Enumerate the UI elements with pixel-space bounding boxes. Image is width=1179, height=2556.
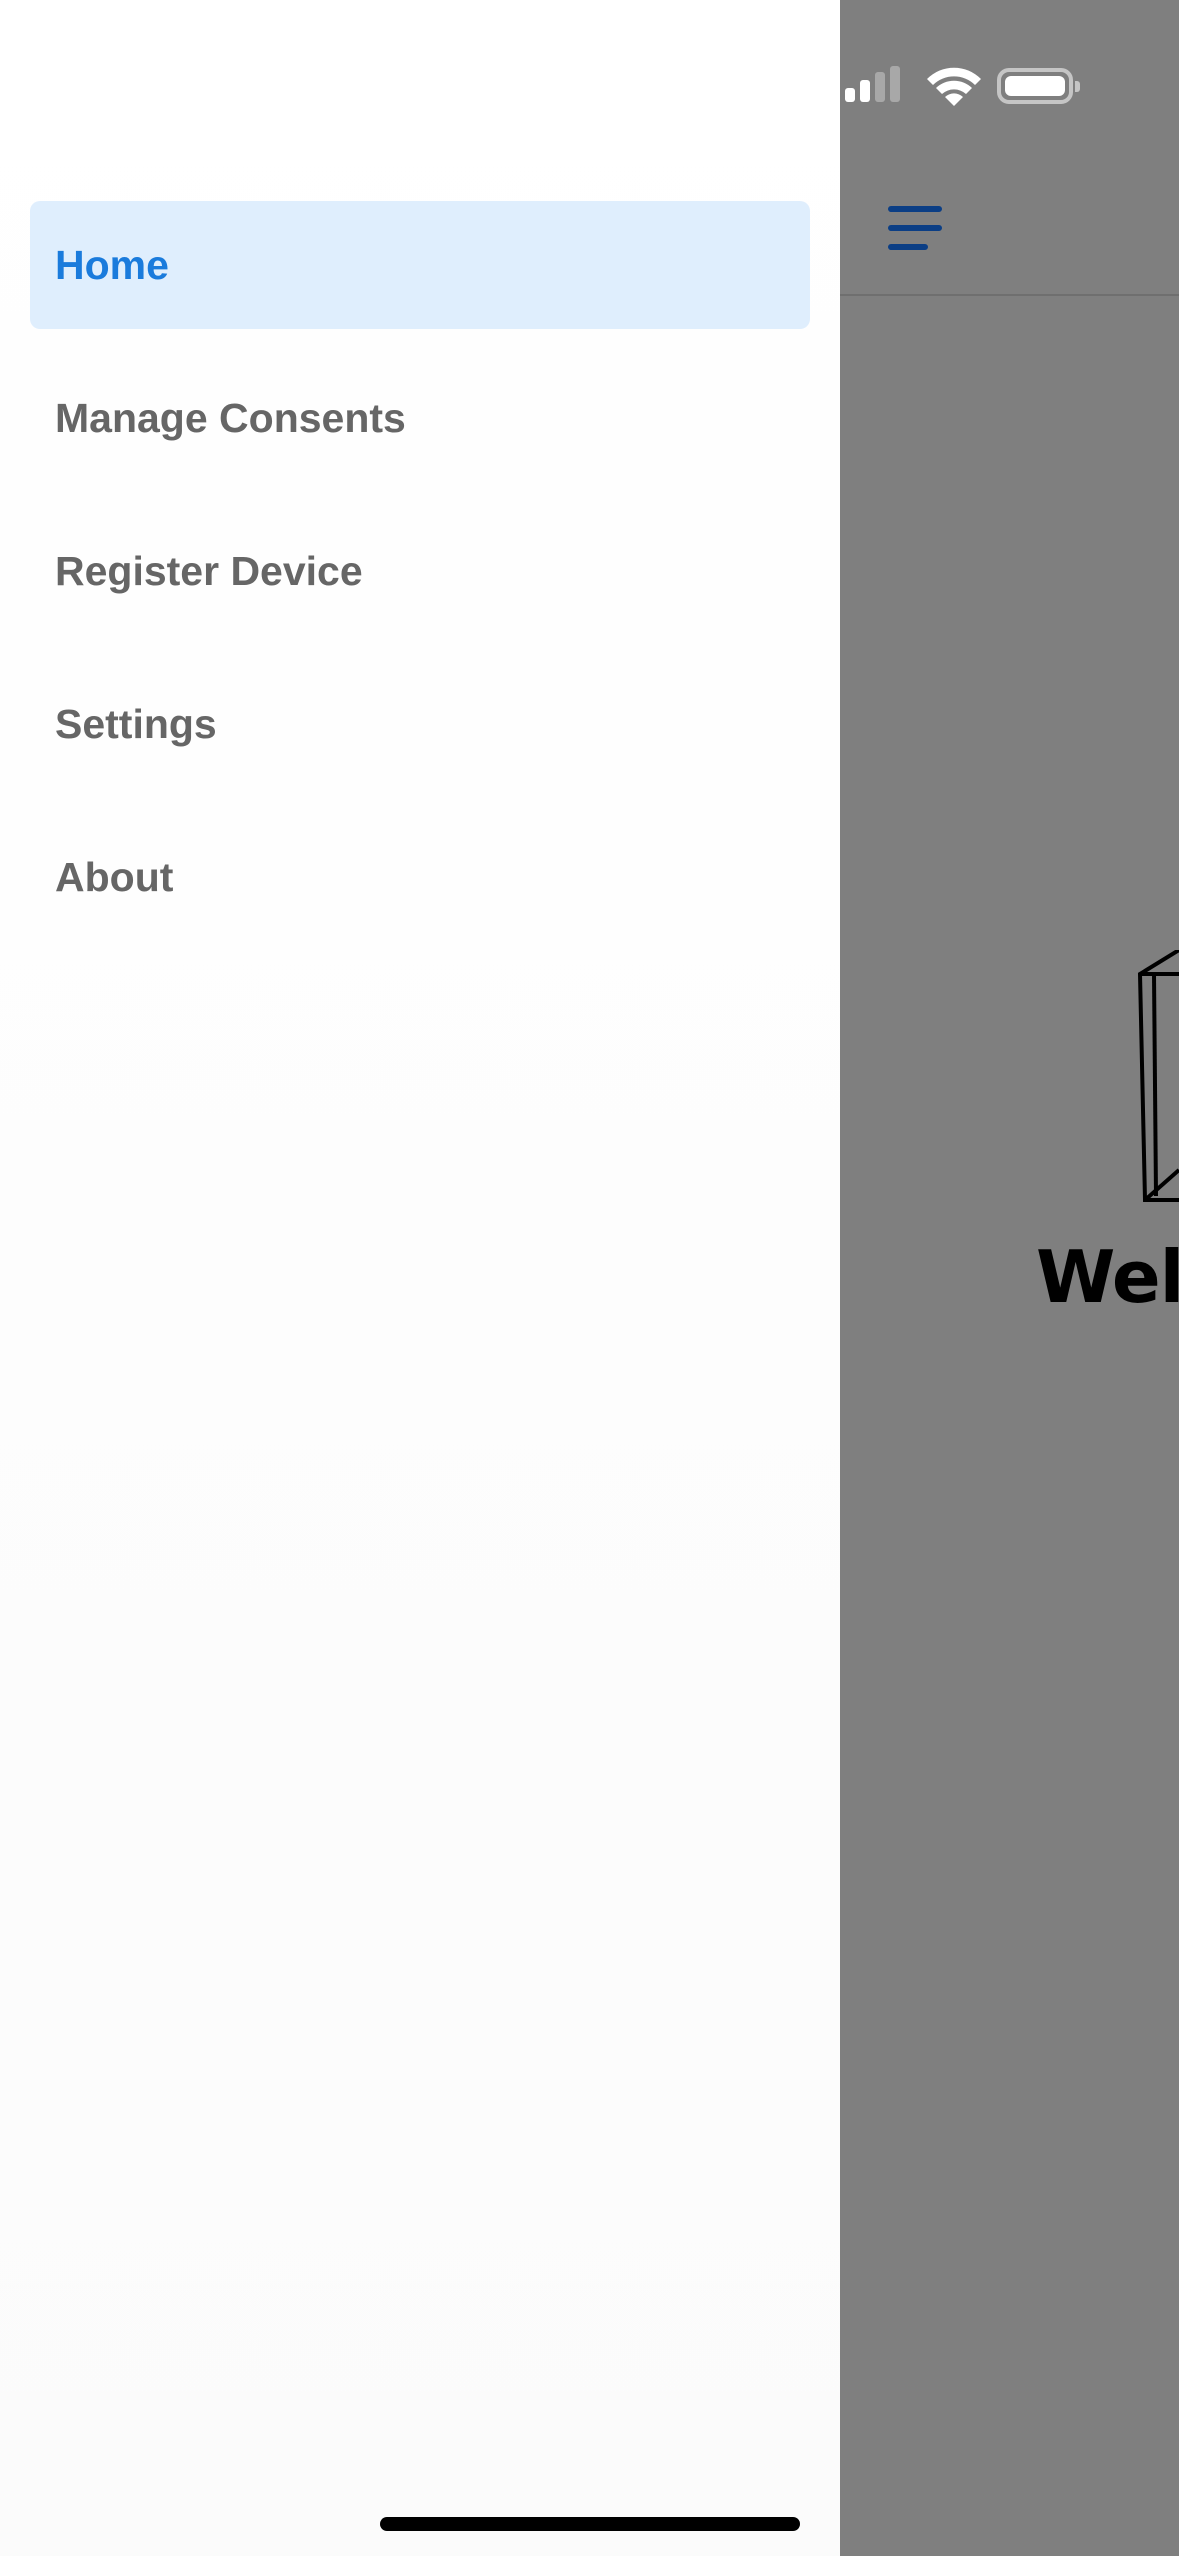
cellular-signal-icon — [845, 66, 900, 102]
wifi-icon — [927, 67, 981, 106]
drawer-item-label: About — [55, 853, 174, 900]
drawer-item-label: Manage Consents — [55, 394, 406, 441]
hamburger-menu-icon[interactable] — [888, 206, 946, 250]
screen: Welc Home Manage Consents — [0, 0, 1179, 2556]
drawer-item-settings[interactable]: Settings — [30, 660, 810, 788]
drawer-item-register-device[interactable]: Register Device — [30, 507, 810, 635]
drawer-item-manage-consents[interactable]: Manage Consents — [30, 354, 810, 482]
drawer-menu: Home Manage Consents Register Device Set… — [30, 201, 810, 966]
drawer-item-about[interactable]: About — [30, 813, 810, 941]
building-outline-icon — [1137, 950, 1179, 1202]
welcome-heading: Welc — [1036, 1235, 1179, 1319]
drawer-item-home[interactable]: Home — [30, 201, 810, 329]
battery-icon — [997, 68, 1080, 104]
drawer-item-label: Register Device — [55, 547, 363, 594]
navigation-drawer: Home Manage Consents Register Device Set… — [0, 0, 840, 2556]
drawer-item-label: Home — [55, 241, 169, 288]
home-indicator[interactable] — [380, 2517, 800, 2531]
drawer-item-label: Settings — [55, 700, 217, 747]
